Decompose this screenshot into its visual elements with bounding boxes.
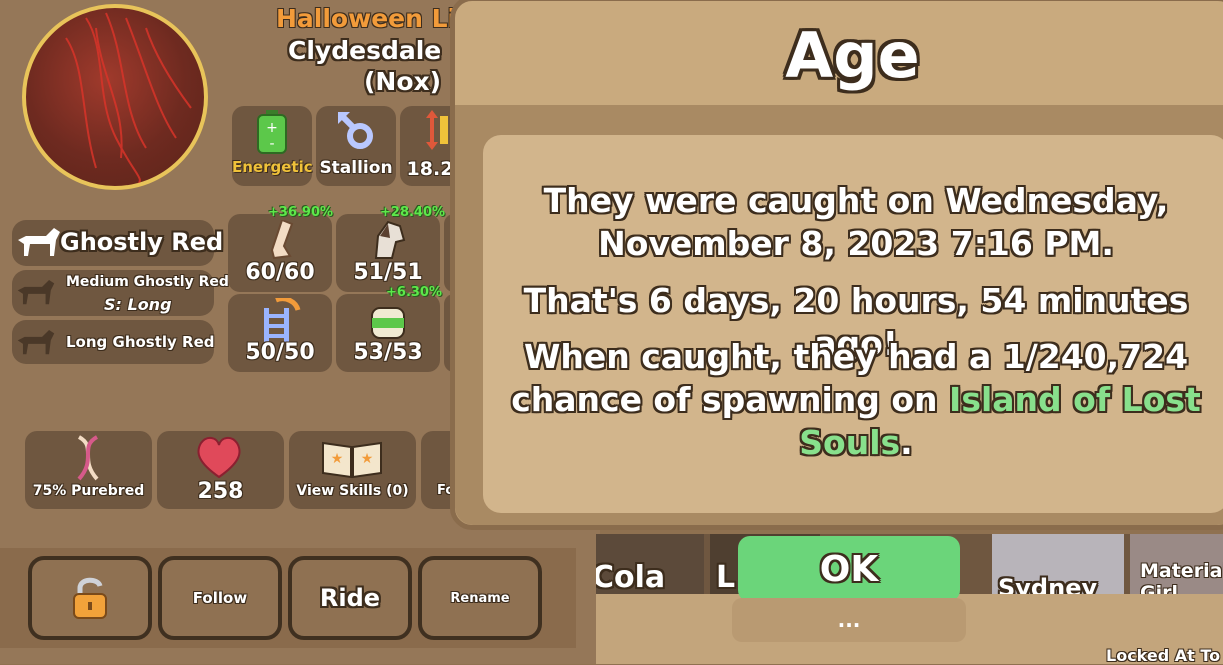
book-icon: ★ ★: [322, 441, 382, 479]
battery-icon: + -: [257, 110, 287, 154]
leg-icon: [270, 220, 294, 260]
horse-silhouette-icon: [17, 279, 55, 305]
ride-button[interactable]: Ride: [288, 556, 412, 640]
horse-card-name: Sydney: [998, 574, 1098, 594]
message-box: They were caught on Wednesday, November …: [483, 135, 1223, 513]
coat-second[interactable]: Medium Ghostly Red S: Long: [12, 270, 229, 316]
period: .: [900, 423, 913, 462]
horse-card[interactable]: Sydney: [992, 534, 1124, 594]
location-name: Island of Lost: [949, 380, 1201, 419]
stat-tile[interactable]: 53/53: [336, 294, 440, 372]
horse-card-name: L: [716, 560, 736, 594]
horse-silhouette-icon: [18, 228, 60, 256]
height-icon: [426, 110, 448, 150]
rename-button[interactable]: Rename: [418, 556, 542, 640]
stat-value: 50/50: [245, 340, 315, 365]
horse-card-name: Material Girl: [1140, 560, 1223, 594]
horse-card[interactable]: Material Girl: [1130, 534, 1223, 594]
trait-stallion[interactable]: Stallion: [316, 106, 396, 186]
stat-bonus: +6.30%: [386, 285, 442, 300]
male-symbol-icon: [337, 111, 373, 149]
horse-silhouette-icon: [17, 329, 55, 355]
location-name-cont: Souls: [799, 423, 901, 462]
stat-value: 53/53: [353, 340, 423, 365]
love-tile[interactable]: 258: [157, 431, 284, 509]
svg-text:+: +: [266, 120, 278, 136]
coat-second-sub: S: Long: [104, 295, 172, 314]
modal-title: Age: [785, 19, 920, 92]
horse-head-icon: [374, 220, 406, 259]
coat-second-label: Medium Ghostly Red: [66, 274, 229, 290]
purebred-label: 75% Purebred: [32, 483, 145, 499]
follow-button[interactable]: Follow: [158, 556, 282, 640]
bandage-icon: [371, 307, 405, 339]
chance-line-2: chance of spawning on Island of Lost: [483, 378, 1223, 421]
ok-button[interactable]: OK: [738, 536, 960, 602]
stat-value: 51/51: [353, 260, 423, 285]
stat-tile[interactable]: 50/50: [228, 294, 332, 372]
dna-icon: [77, 435, 99, 481]
event-title: Halloween Li: [276, 4, 457, 33]
chance-line-3: Souls.: [483, 421, 1223, 464]
horse-name: (Nox): [364, 67, 442, 96]
coat-third-label: Long Ghostly Red: [66, 333, 215, 351]
lock-icon: [73, 577, 107, 619]
stat-value: 60/60: [245, 260, 315, 285]
heart-icon: [197, 437, 241, 479]
stat-tile[interactable]: 60/60: [228, 214, 332, 292]
stat-bonus: +36.90%: [268, 205, 334, 220]
chance-line-1: When caught, they had a 1/240,724: [523, 337, 1189, 376]
trait-energetic[interactable]: + - Energetic: [232, 106, 313, 186]
coat-main-label: Ghostly Red: [60, 228, 224, 256]
svg-text:★: ★: [331, 451, 344, 467]
stat-bonus: +28.40%: [380, 205, 446, 220]
purebred-tile[interactable]: 75% Purebred: [25, 431, 152, 509]
ladder-icon: [264, 298, 301, 342]
horse-card-name: Cola: [596, 560, 666, 594]
age-modal: Age They were caught on Wednesday, Novem…: [450, 0, 1223, 530]
stat-tile[interactable]: 51/51: [336, 214, 440, 292]
locked-text: Locked At To: [1106, 646, 1221, 665]
horse-portrait: [22, 4, 208, 190]
horse-breed: Clydesdale H: [288, 36, 471, 65]
horse-card[interactable]: Cola: [596, 534, 704, 594]
love-count: 258: [197, 479, 244, 504]
svg-text:-: -: [269, 136, 274, 152]
lock-button[interactable]: [28, 556, 152, 640]
more-button[interactable]: ...: [732, 598, 966, 642]
caught-date-line-1: They were caught on Wednesday,: [543, 181, 1169, 220]
chance-prefix: chance of spawning on: [511, 380, 950, 419]
trait-label: Energetic: [232, 158, 313, 176]
view-skills-tile[interactable]: ★ ★ View Skills (0): [289, 431, 416, 509]
svg-text:★: ★: [361, 451, 374, 467]
trait-label: Stallion: [319, 158, 393, 178]
coat-third[interactable]: Long Ghostly Red: [12, 320, 215, 364]
coat-main[interactable]: Ghostly Red: [12, 220, 223, 266]
view-skills-label: View Skills (0): [296, 483, 409, 499]
caught-date-line-2: November 8, 2023 7:16 PM.: [598, 224, 1114, 263]
